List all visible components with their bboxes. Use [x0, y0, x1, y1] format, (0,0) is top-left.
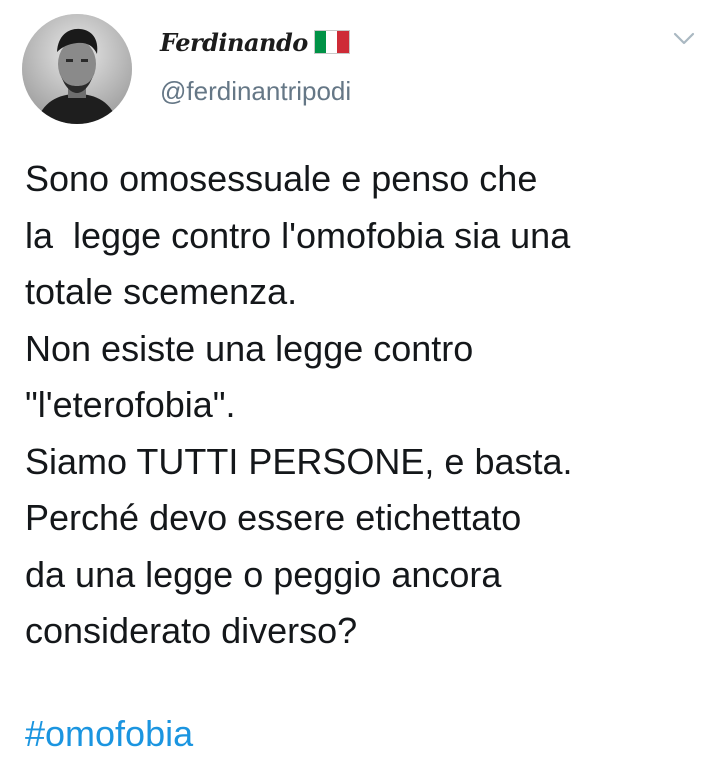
hashtag-link[interactable]: #omofobia	[25, 706, 193, 762]
user-handle[interactable]: @ferdinantripodi	[160, 76, 351, 107]
tweet-card: Ferdinando @ferdinantripodi Sono omosess…	[0, 0, 720, 773]
chevron-down-icon[interactable]	[672, 30, 696, 48]
user-name-row[interactable]: Ferdinando	[160, 22, 350, 62]
avatar[interactable]	[22, 14, 132, 124]
tweet-text-line: Non esiste una legge contro	[25, 327, 474, 369]
display-name[interactable]: Ferdinando	[160, 28, 308, 57]
avatar-image	[22, 14, 132, 124]
italy-flag-icon	[313, 30, 350, 54]
tweet-text-line: considerato diverso?	[25, 610, 358, 651]
tweet-text-line: da una legge o peggio ancora	[25, 553, 502, 595]
tweet-text-line: Perché devo essere etichettato	[25, 497, 522, 538]
tweet-text-line: totale scemenza.	[25, 271, 298, 312]
tweet-text-line: la legge contro l'omofobia sia una	[25, 214, 571, 256]
tweet-text: Sono omosessuale e penso che la legge co…	[25, 151, 705, 660]
tweet-text-line: Siamo TUTTI PERSONE, e basta.	[25, 440, 573, 482]
tweet-text-line: "l'eterofobia".	[25, 384, 236, 425]
tweet-text-line: Sono omosessuale e penso che	[25, 158, 538, 199]
